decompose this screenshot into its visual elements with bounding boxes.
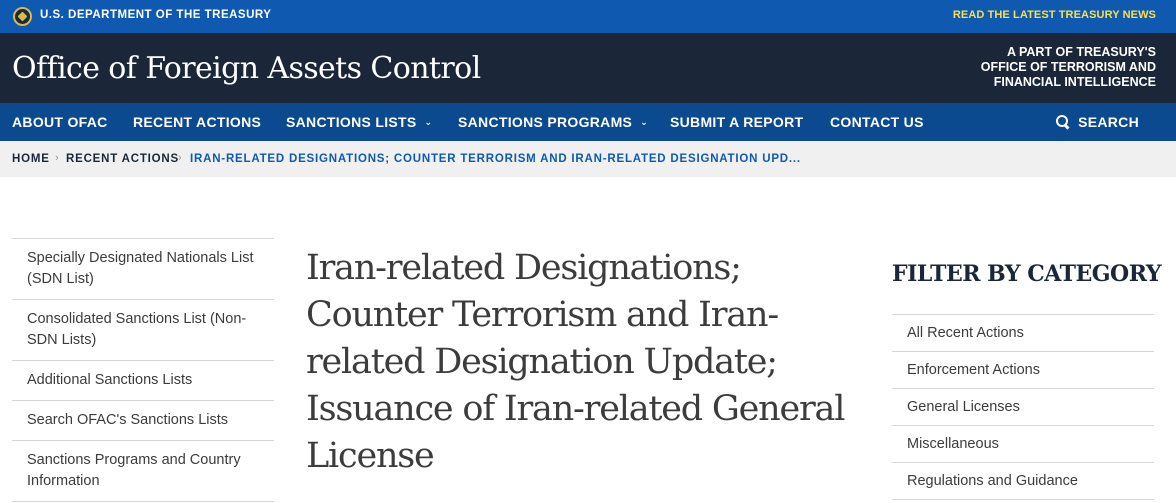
breadcrumb: HOME › RECENT ACTIONS › IRAN-RELATED DES… <box>0 141 1176 177</box>
chevron-down-icon: ⌄ <box>640 117 649 127</box>
chevron-down-icon: ⌄ <box>424 117 433 127</box>
sidebar-nav: Specially Designated Nationals List (SDN… <box>12 238 274 502</box>
filter-heading: FILTER BY CATEGORY <box>892 261 1162 287</box>
nav-recent-actions[interactable]: RECENT ACTIONS <box>133 114 261 130</box>
filter-enforcement-actions[interactable]: Enforcement Actions <box>892 352 1154 389</box>
part-of-tfi[interactable]: A PART OF TREASURY'S OFFICE OF TERRORISM… <box>981 45 1156 90</box>
site-header: Office of Foreign Assets Control A PART … <box>0 33 1176 103</box>
filter-regulations-guidance[interactable]: Regulations and Guidance <box>892 463 1154 500</box>
treasury-top-bar: U.S. DEPARTMENT OF THE TREASURY READ THE… <box>0 0 1176 33</box>
nav-sanctions-lists[interactable]: SANCTIONS LISTS ⌄ <box>286 114 432 130</box>
sidebar-item-sdn-list[interactable]: Specially Designated Nationals List (SDN… <box>12 239 274 300</box>
sidebar-item-additional-lists[interactable]: Additional Sanctions Lists <box>12 361 274 401</box>
sidebar-item-consolidated-list[interactable]: Consolidated Sanctions List (Non-SDN Lis… <box>12 300 274 361</box>
filter-general-licenses[interactable]: General Licenses <box>892 389 1154 426</box>
sidebar-item-search-lists[interactable]: Search OFAC's Sanctions Lists <box>12 401 274 441</box>
main-nav: ABOUT OFAC RECENT ACTIONS SANCTIONS LIST… <box>0 103 1176 141</box>
nav-sanctions-lists-label: SANCTIONS LISTS <box>286 114 417 130</box>
treasury-seal-icon[interactable] <box>13 7 32 26</box>
page-title: Iran-related Designations; Counter Terro… <box>306 248 845 476</box>
filter-all-recent-actions[interactable]: All Recent Actions <box>892 315 1154 352</box>
nav-sanctions-programs-label: SANCTIONS PROGRAMS <box>458 114 633 130</box>
breadcrumb-home[interactable]: HOME <box>12 153 50 165</box>
nav-submit-report[interactable]: SUBMIT A REPORT <box>670 114 803 130</box>
filter-list: All Recent Actions Enforcement Actions G… <box>892 314 1154 500</box>
chevron-right-icon: › <box>178 152 182 164</box>
chevron-right-icon: › <box>55 152 59 164</box>
part-of-line: FINANCIAL INTELLIGENCE <box>993 75 1156 89</box>
part-of-line: A PART OF TREASURY'S <box>1006 45 1156 59</box>
filter-miscellaneous[interactable]: Miscellaneous <box>892 426 1154 463</box>
nav-sanctions-programs[interactable]: SANCTIONS PROGRAMS ⌄ <box>458 114 648 130</box>
site-title[interactable]: Office of Foreign Assets Control <box>12 51 481 86</box>
breadcrumb-current: IRAN-RELATED DESIGNATIONS; COUNTER TERRO… <box>190 153 801 165</box>
search-label: SEARCH <box>1078 114 1139 130</box>
breadcrumb-recent-actions[interactable]: RECENT ACTIONS <box>66 153 179 165</box>
nav-about-ofac[interactable]: ABOUT OFAC <box>12 114 108 130</box>
department-name[interactable]: U.S. DEPARTMENT OF THE TREASURY <box>40 9 271 21</box>
sidebar-item-programs[interactable]: Sanctions Programs and Country Informati… <box>12 441 274 502</box>
nav-contact-us[interactable]: CONTACT US <box>830 114 924 130</box>
part-of-line: OFFICE OF TERRORISM AND <box>980 60 1156 74</box>
search-icon <box>1056 115 1069 128</box>
latest-news-link[interactable]: READ THE LATEST TREASURY NEWS <box>953 9 1156 21</box>
search-button[interactable]: SEARCH <box>1056 114 1139 130</box>
